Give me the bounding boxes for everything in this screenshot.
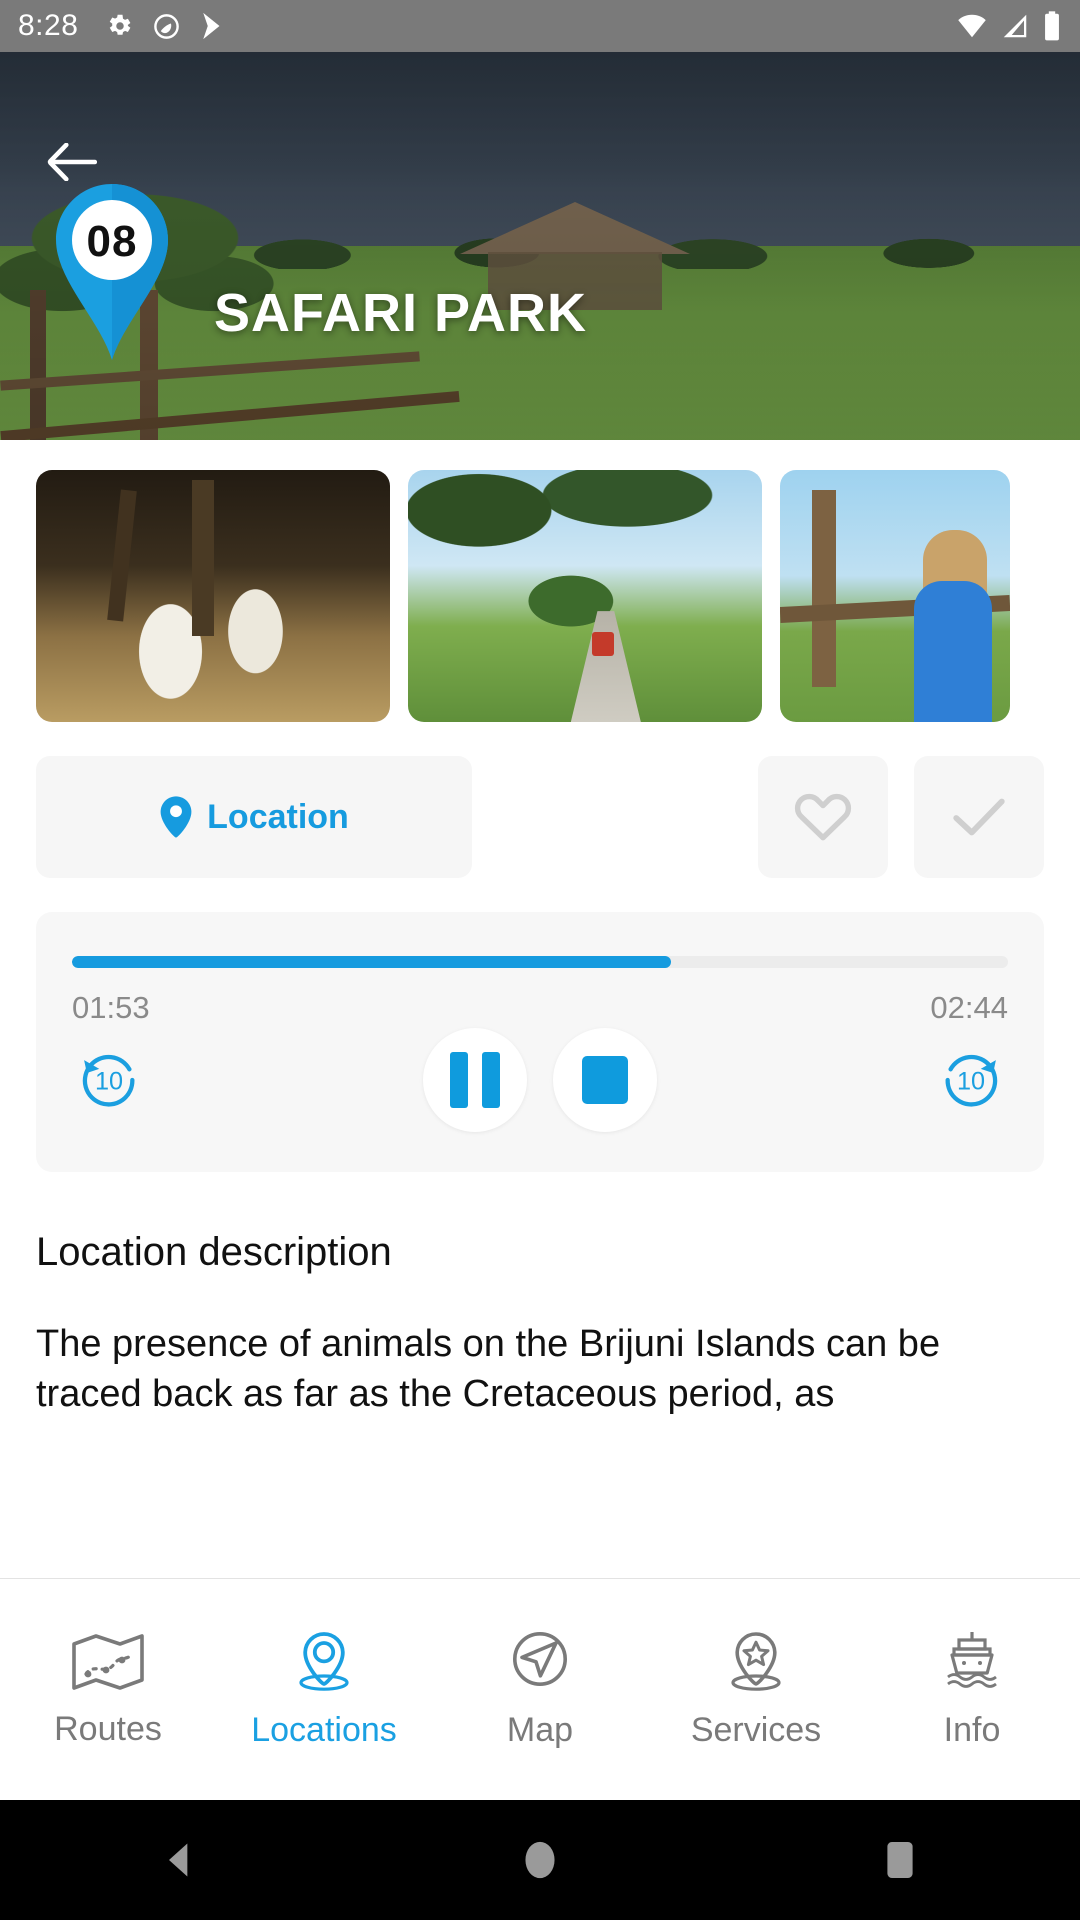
star-pin-icon xyxy=(720,1629,792,1695)
nav-item-locations[interactable]: Locations xyxy=(216,1629,432,1750)
photo-gallery[interactable] xyxy=(0,440,1080,722)
audio-current-time: 01:53 xyxy=(72,990,150,1026)
nav-label: Locations xyxy=(251,1711,397,1750)
transport-controls xyxy=(423,1028,657,1132)
status-bar-notification-icons xyxy=(104,11,225,41)
pause-icon xyxy=(450,1052,500,1108)
location-button-label: Location xyxy=(207,798,349,837)
android-recents-button[interactable] xyxy=(840,1800,960,1920)
audio-progress-fill xyxy=(72,956,671,968)
android-recents-icon xyxy=(882,1838,918,1882)
description-heading: Location description xyxy=(36,1230,1044,1275)
gear-icon xyxy=(104,11,134,41)
replay-10-icon: 10 xyxy=(74,1045,144,1115)
location-button[interactable]: Location xyxy=(36,756,472,878)
forward-10-label: 10 xyxy=(957,1068,985,1096)
back-arrow-icon xyxy=(47,143,97,181)
status-bar-clock: 8:28 xyxy=(18,9,78,43)
gallery-thumbnail[interactable] xyxy=(780,470,1010,722)
nav-label: Map xyxy=(507,1711,573,1750)
rewind-10-button[interactable]: 10 xyxy=(72,1043,146,1117)
location-number: 08 xyxy=(52,182,172,302)
nav-item-routes[interactable]: Routes xyxy=(0,1630,216,1749)
location-number-pin: 08 xyxy=(52,182,172,362)
android-navigation-bar xyxy=(0,1800,1080,1920)
audio-progress-bar[interactable] xyxy=(72,956,1008,968)
rewind-10-label: 10 xyxy=(95,1068,123,1096)
bottom-navigation: Routes Locations Map Services xyxy=(0,1578,1080,1800)
compass-navigation-icon xyxy=(504,1629,576,1695)
audio-control-row: 10 10 xyxy=(72,1028,1008,1132)
check-icon xyxy=(950,793,1008,841)
action-row: Location xyxy=(0,722,1080,878)
nav-label: Routes xyxy=(54,1710,162,1749)
forward-10-button[interactable]: 10 xyxy=(934,1043,1008,1117)
folded-map-icon xyxy=(70,1630,146,1694)
nav-item-map[interactable]: Map xyxy=(432,1629,648,1750)
gallery-thumbnail[interactable] xyxy=(408,470,762,722)
visited-button[interactable] xyxy=(914,756,1044,878)
hero-image: 08 SAFARI PARK xyxy=(0,52,1080,440)
nav-item-services[interactable]: Services xyxy=(648,1629,864,1750)
heart-icon xyxy=(794,791,852,843)
status-bar-system-icons xyxy=(956,10,1062,42)
gallery-thumbnail[interactable] xyxy=(36,470,390,722)
audio-total-time: 02:44 xyxy=(930,990,1008,1026)
ferry-ship-icon xyxy=(936,1629,1008,1695)
status-bar: 8:28 xyxy=(0,0,1080,52)
nav-item-info[interactable]: Info xyxy=(864,1629,1080,1750)
pause-button[interactable] xyxy=(423,1028,527,1132)
play-store-icon xyxy=(199,11,225,41)
favorite-button[interactable] xyxy=(758,756,888,878)
map-pin-icon xyxy=(159,795,193,839)
android-back-button[interactable] xyxy=(120,1800,240,1920)
signal-icon xyxy=(1000,11,1030,41)
android-home-button[interactable] xyxy=(480,1800,600,1920)
page-title: SAFARI PARK xyxy=(214,282,587,344)
nav-label: Services xyxy=(691,1711,821,1750)
audio-player: 01:53 02:44 10 xyxy=(36,912,1044,1172)
stop-icon xyxy=(582,1056,628,1104)
battery-icon xyxy=(1042,10,1062,42)
android-home-icon xyxy=(520,1838,560,1882)
audio-time-row: 01:53 02:44 xyxy=(72,990,1008,1026)
forward-10-icon: 10 xyxy=(936,1045,1006,1115)
description-body: The presence of animals on the Brijuni I… xyxy=(36,1319,1044,1419)
nav-label: Info xyxy=(944,1711,1001,1750)
do-not-disturb-icon xyxy=(152,12,181,41)
stop-button[interactable] xyxy=(553,1028,657,1132)
wifi-icon xyxy=(956,11,988,41)
description-section: Location description The presence of ani… xyxy=(0,1172,1080,1419)
location-pin-icon xyxy=(288,1629,360,1695)
android-back-icon xyxy=(158,1838,202,1882)
app-screen: 8:28 xyxy=(0,0,1080,1920)
